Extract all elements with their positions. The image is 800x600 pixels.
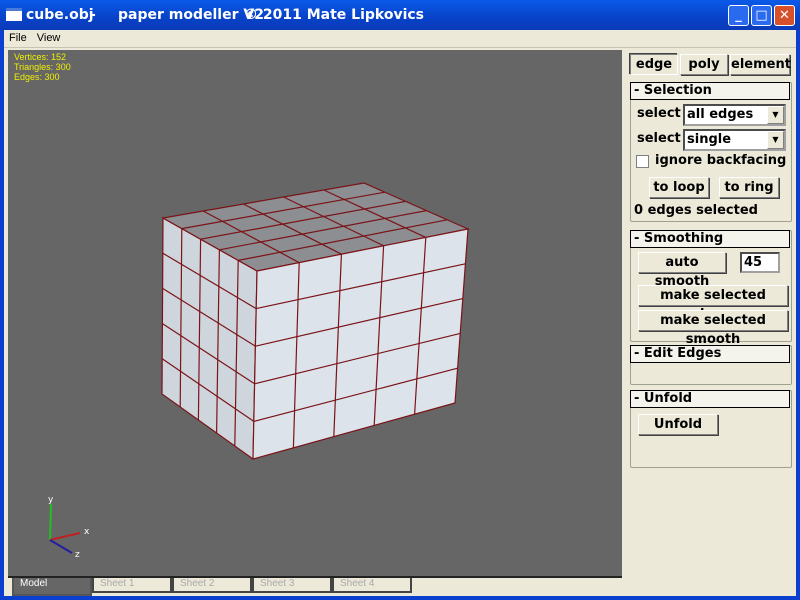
selection-group: - Selection select all edges ▼ select sin…	[630, 82, 792, 222]
mode-edge-button[interactable]: edge	[630, 54, 678, 75]
menu-file[interactable]: File	[4, 30, 32, 44]
3d-viewport[interactable]: Vertices: 152 Triangles: 300 Edges: 300 …	[8, 50, 622, 576]
window-file-name: cube.obj	[26, 7, 94, 23]
axis-gizmo: y x z	[48, 495, 90, 560]
edit-edges-group: - Edit Edges	[630, 345, 792, 385]
menu-bar: File View	[4, 30, 796, 48]
smoothing-header[interactable]: - Smoothing	[630, 230, 790, 248]
select-mode-value: single	[687, 132, 732, 147]
make-selected-smooth-button[interactable]: make selected smooth	[638, 310, 788, 347]
tab-sheet-3[interactable]: Sheet 3	[252, 578, 332, 593]
unfold-header[interactable]: - Unfold	[630, 390, 790, 408]
smooth-angle-input[interactable]: 45	[740, 252, 780, 273]
title-bar: cube.obj - paper modeller V2 © 2011 Mate…	[0, 0, 800, 30]
chevron-down-icon[interactable]: ▼	[767, 106, 784, 124]
close-button[interactable]: ✕	[774, 5, 795, 26]
unfold-group: - Unfold Unfold	[630, 390, 792, 468]
tab-sheet-1[interactable]: Sheet 1	[92, 578, 172, 593]
tab-model[interactable]: Model	[12, 578, 92, 596]
x-axis-label: x	[84, 527, 90, 537]
menu-view[interactable]: View	[32, 30, 66, 44]
app-icon	[6, 8, 22, 21]
app-name: paper modeller V2	[118, 7, 264, 23]
select-label-2: select	[637, 131, 681, 146]
make-selected-sharp-button[interactable]: make selected sharp	[638, 285, 788, 322]
to-loop-button[interactable]: to loop	[649, 177, 709, 198]
z-axis-label: z	[75, 550, 80, 560]
selection-header[interactable]: - Selection	[630, 82, 790, 100]
maximize-button[interactable]: □	[751, 5, 772, 26]
select-edges-dropdown[interactable]: all edges ▼	[683, 104, 786, 126]
tab-sheet-4[interactable]: Sheet 4	[332, 578, 412, 593]
auto-smooth-button[interactable]: auto smooth	[638, 252, 726, 289]
mode-poly-button[interactable]: poly	[680, 54, 728, 75]
minimize-button[interactable]: _	[728, 5, 749, 26]
tool-panel: edge poly element - Selection select all…	[626, 50, 794, 596]
main-window: File View Vertices: 152 Triangles: 300 Ed…	[4, 30, 796, 596]
title-separator: -	[90, 7, 96, 23]
y-axis-label: y	[48, 495, 54, 505]
unfold-button[interactable]: Unfold	[638, 414, 718, 435]
to-ring-button[interactable]: to ring	[719, 177, 779, 198]
copyright: © 2011 Mate Lipkovics	[244, 7, 425, 23]
mode-element-button[interactable]: element	[730, 54, 791, 75]
selection-status: 0 edges selected	[634, 203, 758, 218]
chevron-down-icon[interactable]: ▼	[767, 131, 784, 149]
smoothing-group: - Smoothing auto smooth 45 make selected…	[630, 230, 792, 347]
x-axis-line	[49, 532, 81, 541]
ignore-backfacing-checkbox[interactable]	[636, 155, 649, 168]
z-axis-line	[49, 539, 73, 554]
sheet-tabs: Model Sheet 1 Sheet 2 Sheet 3 Sheet 4	[8, 576, 622, 596]
select-edges-value: all edges	[687, 107, 754, 122]
ignore-backfacing-label: ignore backfacing	[655, 153, 787, 168]
edit-edges-header[interactable]: - Edit Edges	[630, 345, 790, 363]
tab-sheet-2[interactable]: Sheet 2	[172, 578, 252, 593]
y-axis-line	[49, 503, 52, 541]
select-label-1: select	[637, 106, 681, 121]
select-mode-dropdown[interactable]: single ▼	[683, 129, 786, 151]
